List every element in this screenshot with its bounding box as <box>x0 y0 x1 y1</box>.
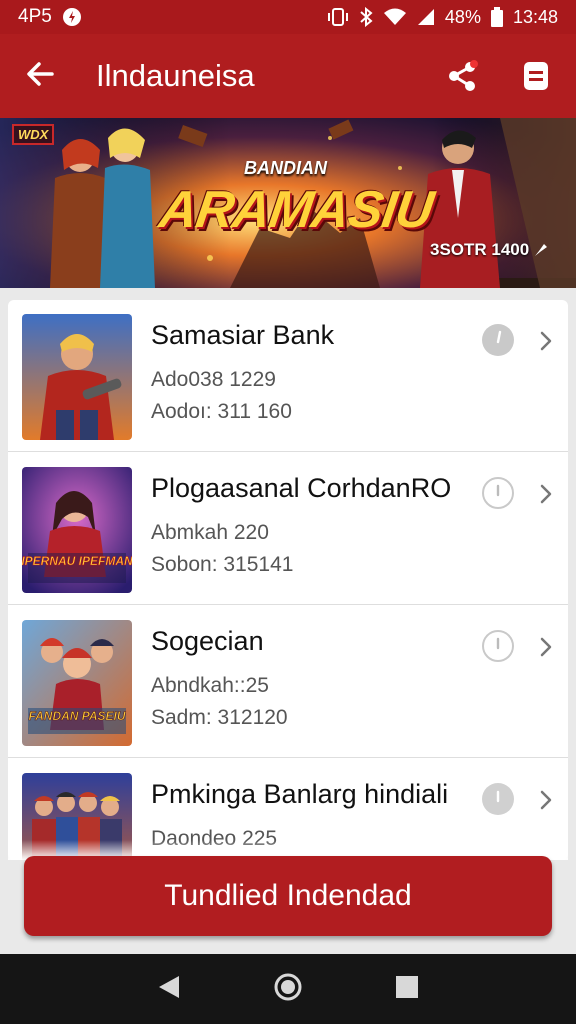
game-detail: Abmkah 220 <box>151 521 269 544</box>
game-thumbnail: IPERNAU IPEFMAN <box>22 467 132 593</box>
list-item[interactable]: IPERNAU IPEFMAN Plogaasanal CorhdanRO Ab… <box>8 453 568 605</box>
menu-icon <box>523 61 549 96</box>
game-list: Samasiar Bank Ado038 1229 Aodoı: 311 160… <box>8 300 568 860</box>
chevron-right-icon[interactable] <box>534 326 558 356</box>
back-button[interactable] <box>0 34 80 118</box>
game-detail: Sobon: 315141 <box>151 553 294 576</box>
chevron-right-icon[interactable] <box>534 632 558 662</box>
triangle-back-icon <box>157 974 181 1005</box>
game-thumbnail: FANDAN PASEIU <box>22 620 132 746</box>
thumb-caption: IPERNAU IPEFMAN <box>22 554 132 568</box>
nav-recents-button[interactable] <box>383 965 431 1013</box>
rocket-icon <box>533 242 549 258</box>
primary-action-button[interactable]: Tundlied Indendad <box>24 856 552 936</box>
wifi-icon <box>383 7 407 27</box>
game-detail: Sadm: 312120 <box>151 706 288 729</box>
game-title: Samasiar Bank <box>151 320 335 350</box>
bluetooth-icon <box>359 7 373 27</box>
game-detail: Aodoı: 311 160 <box>151 400 292 423</box>
info-button[interactable] <box>482 630 514 662</box>
game-title: Plogaasanal CorhdanRO <box>151 473 452 503</box>
notification-icon <box>62 7 82 27</box>
info-icon <box>488 787 508 812</box>
thumb-caption: FANDAN PASEIU <box>28 709 125 723</box>
info-icon <box>488 634 508 659</box>
share-button[interactable] <box>438 54 486 102</box>
status-bar: 4P5 48% 13:48 <box>0 0 576 34</box>
clock: 13:48 <box>512 6 558 27</box>
banner-counter-value: 3SOTR 1400 <box>430 240 530 259</box>
battery-icon <box>490 7 503 27</box>
game-title: Sogecian <box>151 626 264 656</box>
back-arrow-icon <box>24 58 56 95</box>
battery-percent: 48% <box>444 6 481 27</box>
vibrate-icon <box>327 7 349 27</box>
nav-home-button[interactable] <box>264 965 312 1013</box>
signal-icon <box>417 8 435 26</box>
info-icon <box>488 481 508 506</box>
list-item[interactable]: FANDAN PASEIU Sogecian Abndkah::25 Sadm:… <box>8 606 568 758</box>
banner-corner-badge: WDX <box>12 124 55 145</box>
app-bar: Ilndauneisa <box>0 34 576 118</box>
info-button[interactable] <box>482 477 514 509</box>
game-detail: Ado038 1229 <box>151 368 276 391</box>
chevron-right-icon[interactable] <box>534 785 558 815</box>
share-icon <box>445 59 479 98</box>
square-recents-icon <box>395 975 419 1004</box>
info-button[interactable] <box>482 783 514 815</box>
info-button[interactable] <box>482 324 514 356</box>
promo-banner[interactable]: WDX BANDIAN ARAMASIU 3SOTR 1400 <box>0 118 576 288</box>
banner-counter: 3SOTR 1400 <box>430 240 549 260</box>
list-item[interactable]: Samasiar Bank Ado038 1229 Aodoı: 311 160 <box>8 300 568 452</box>
system-nav-bar <box>0 954 576 1024</box>
game-thumbnail <box>22 314 132 440</box>
nav-back-button[interactable] <box>145 965 193 1013</box>
menu-button[interactable] <box>512 54 560 102</box>
info-icon <box>488 328 508 353</box>
game-detail: Abndkah::25 <box>151 674 269 697</box>
carrier-label: 4P5 <box>18 6 52 27</box>
banner-subtitle: BANDIAN <box>244 158 327 178</box>
page-title: Ilndauneisa <box>96 58 255 93</box>
chevron-right-icon[interactable] <box>534 479 558 509</box>
banner-title: ARAMASIU <box>155 181 437 239</box>
game-title: Pmkinga Banlarg hindiali <box>151 779 449 809</box>
circle-home-icon <box>273 972 303 1007</box>
